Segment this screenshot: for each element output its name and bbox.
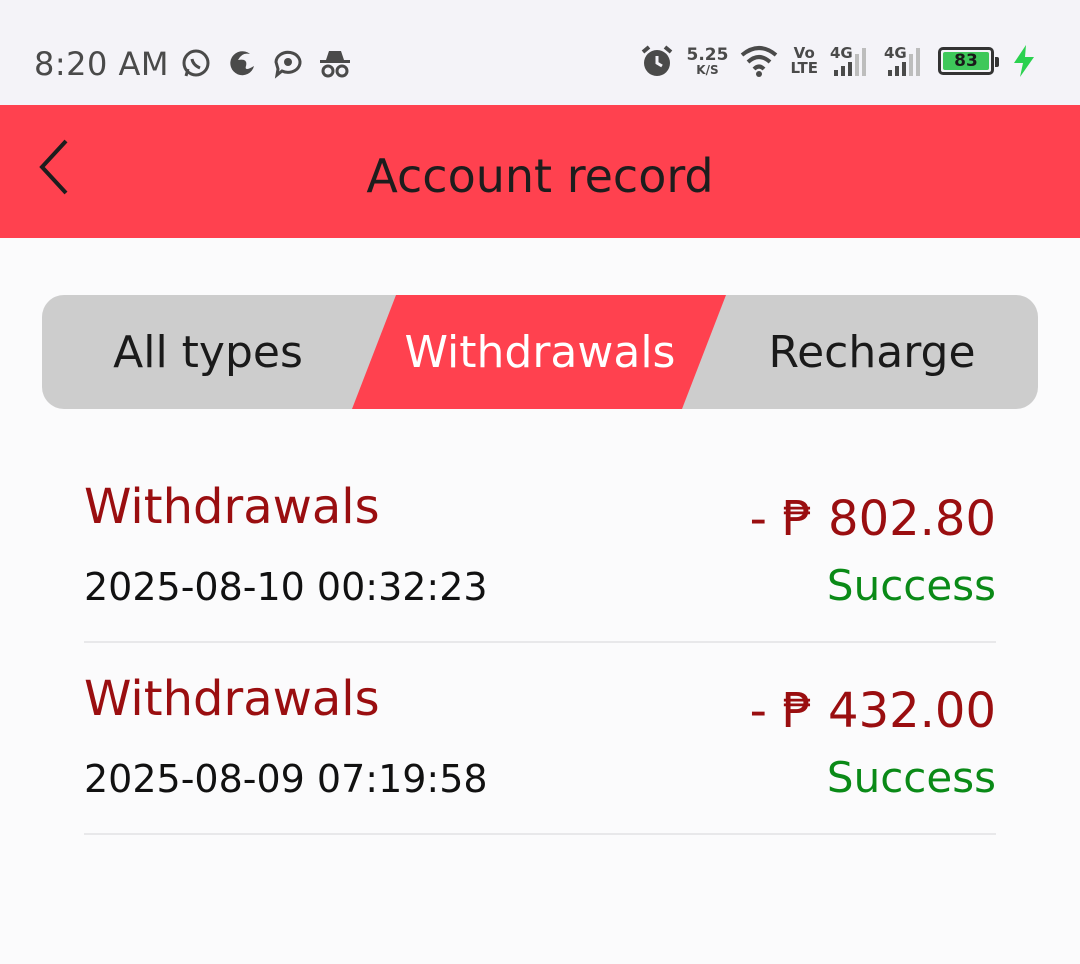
wifi-icon <box>740 45 778 77</box>
record-datetime: 2025-08-10 00:32:23 <box>84 565 488 609</box>
volte-indicator: Vo LTE <box>790 44 818 77</box>
record-type: Withdrawals <box>84 671 380 727</box>
record-type: Withdrawals <box>84 479 380 535</box>
signal-bars-icon <box>834 48 866 76</box>
app-header: Account record <box>0 105 1080 238</box>
whatsapp-icon <box>180 48 212 80</box>
record-amount: - ₱ 432.00 <box>749 683 996 739</box>
chat-bubble-icon <box>272 48 304 80</box>
sim2-signal: 4G <box>884 44 926 78</box>
status-time: 8:20 AM <box>34 45 170 83</box>
tab-all-types[interactable]: All types <box>42 295 374 409</box>
record-type-tabs: All types Withdrawals Recharge <box>42 295 1038 409</box>
record-amount: - ₱ 802.80 <box>749 491 996 547</box>
battery-percent: 83 <box>954 51 978 71</box>
record-status: Success <box>826 561 996 610</box>
list-item[interactable]: Withdrawals 2025-08-10 00:32:23 - ₱ 802.… <box>84 455 996 643</box>
tab-withdrawals[interactable]: Withdrawals <box>374 295 706 409</box>
incognito-icon <box>318 48 352 80</box>
tab-recharge[interactable]: Recharge <box>706 295 1038 409</box>
network-speed: 5.25 K/S <box>686 44 729 77</box>
sim1-signal: 4G <box>830 44 872 78</box>
system-icons: 5.25 K/S Vo LTE 4G 4G 83 <box>640 44 1036 78</box>
record-status: Success <box>826 753 996 802</box>
record-list: Withdrawals 2025-08-10 00:32:23 - ₱ 802.… <box>84 455 996 839</box>
notification-icons <box>180 48 352 80</box>
list-item[interactable]: Withdrawals 2025-08-09 07:19:58 - ₱ 432.… <box>84 647 996 835</box>
charging-bolt-icon <box>1012 44 1036 78</box>
edge-icon <box>226 48 258 80</box>
status-bar: 8:20 AM 5.25 K/S Vo LTE 4G 4G 83 <box>0 0 1080 105</box>
record-datetime: 2025-08-09 07:19:58 <box>84 757 488 801</box>
alarm-icon <box>640 44 674 78</box>
battery-icon: 83 <box>938 47 999 75</box>
page-title: Account record <box>366 149 714 203</box>
signal-bars-icon <box>888 48 920 76</box>
